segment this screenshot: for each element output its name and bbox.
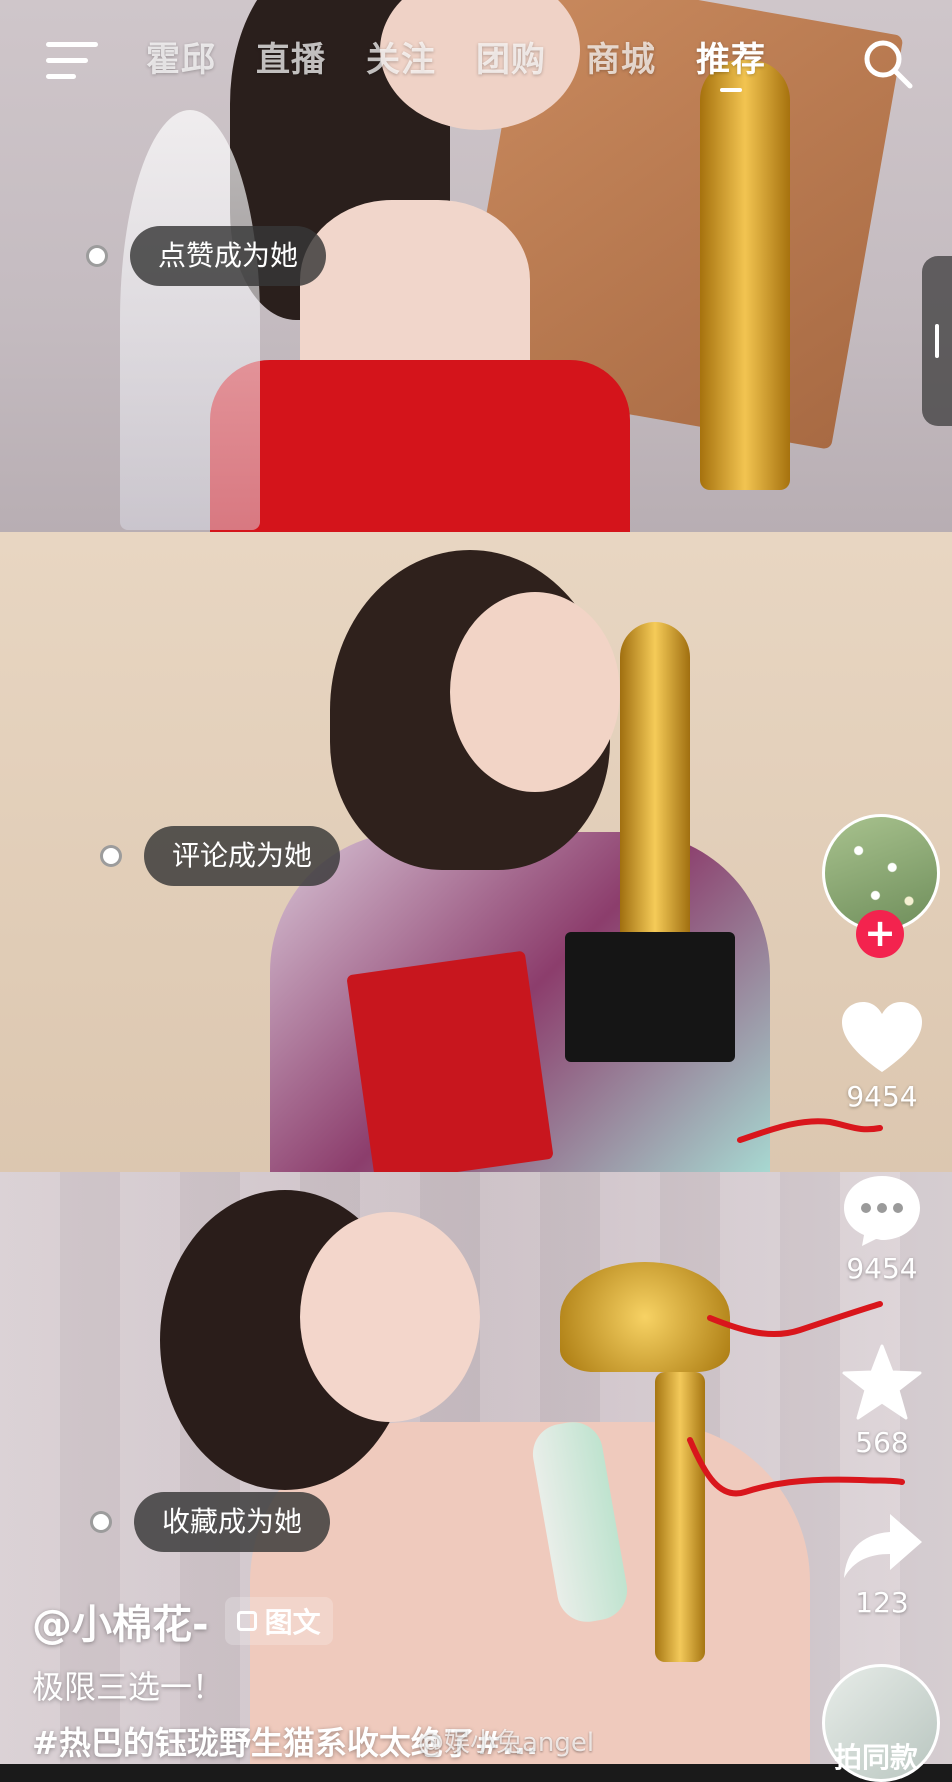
share-button[interactable]: 123 — [832, 1510, 932, 1619]
tab-live[interactable]: 直播 — [256, 30, 326, 90]
heart-icon — [842, 1002, 922, 1072]
trophy-stem — [655, 1372, 705, 1662]
radio-dot — [100, 845, 122, 867]
poll-label: 点赞成为她 — [130, 226, 327, 286]
tab-group-buy[interactable]: 团购 — [476, 30, 546, 90]
radio-dot — [86, 245, 108, 267]
image-text-icon — [236, 1611, 257, 1631]
comment-icon — [844, 1176, 920, 1246]
menu-icon[interactable] — [46, 40, 98, 80]
tab-bar: 霍邱 直播 关注 团购 商城 推荐 — [146, 30, 766, 92]
poll-label: 收藏成为她 — [134, 1492, 331, 1552]
face — [300, 1212, 480, 1422]
star-icon — [842, 1344, 922, 1420]
red-certificate — [346, 950, 554, 1172]
favorite-button[interactable]: 568 — [832, 1344, 932, 1459]
same-style-label[interactable]: 拍同款 — [834, 1736, 918, 1776]
tab-mall[interactable]: 商城 — [586, 30, 656, 90]
red-dress — [210, 360, 630, 532]
poll-option-like[interactable]: 点赞成为她 — [86, 226, 327, 286]
trophy-base — [565, 932, 735, 1062]
watermark: @娱小兔angel — [418, 1728, 595, 1758]
author-name[interactable]: @小棉花- — [32, 1592, 209, 1650]
radio-dot — [90, 1511, 112, 1533]
side-drawer-handle[interactable] — [922, 256, 952, 426]
poll-option-favorite[interactable]: 收藏成为她 — [90, 1492, 331, 1552]
post-type-label: 图文 — [264, 1606, 321, 1639]
like-count: 9454 — [846, 1080, 918, 1113]
tab-huoqiu[interactable]: 霍邱 — [146, 30, 216, 90]
search-icon[interactable] — [860, 36, 914, 90]
face — [450, 592, 620, 792]
gold-trophy — [700, 60, 790, 490]
follow-button[interactable]: + — [856, 910, 904, 958]
share-count: 123 — [855, 1586, 909, 1619]
post-caption: 极限三选一！ — [32, 1668, 225, 1706]
crystal-trophy — [120, 110, 260, 530]
author-row: @小棉花- 图文 — [32, 1592, 538, 1650]
comment-button[interactable]: 9454 — [832, 1172, 932, 1285]
tab-recommend[interactable]: 推荐 — [696, 30, 766, 92]
poll-label: 评论成为她 — [144, 826, 341, 886]
post-type-badge: 图文 — [224, 1597, 333, 1645]
tab-following[interactable]: 关注 — [366, 30, 436, 90]
top-navigation: 霍邱 直播 关注 团购 商城 推荐 — [0, 0, 952, 120]
lotus-trophy — [560, 1262, 730, 1372]
poll-option-comment[interactable]: 评论成为她 — [100, 826, 341, 886]
share-icon — [844, 1514, 922, 1578]
comment-count: 9454 — [846, 1252, 918, 1285]
gold-trophy — [620, 622, 690, 982]
favorite-count: 568 — [855, 1426, 909, 1459]
like-button[interactable]: 9454 — [832, 1000, 932, 1113]
